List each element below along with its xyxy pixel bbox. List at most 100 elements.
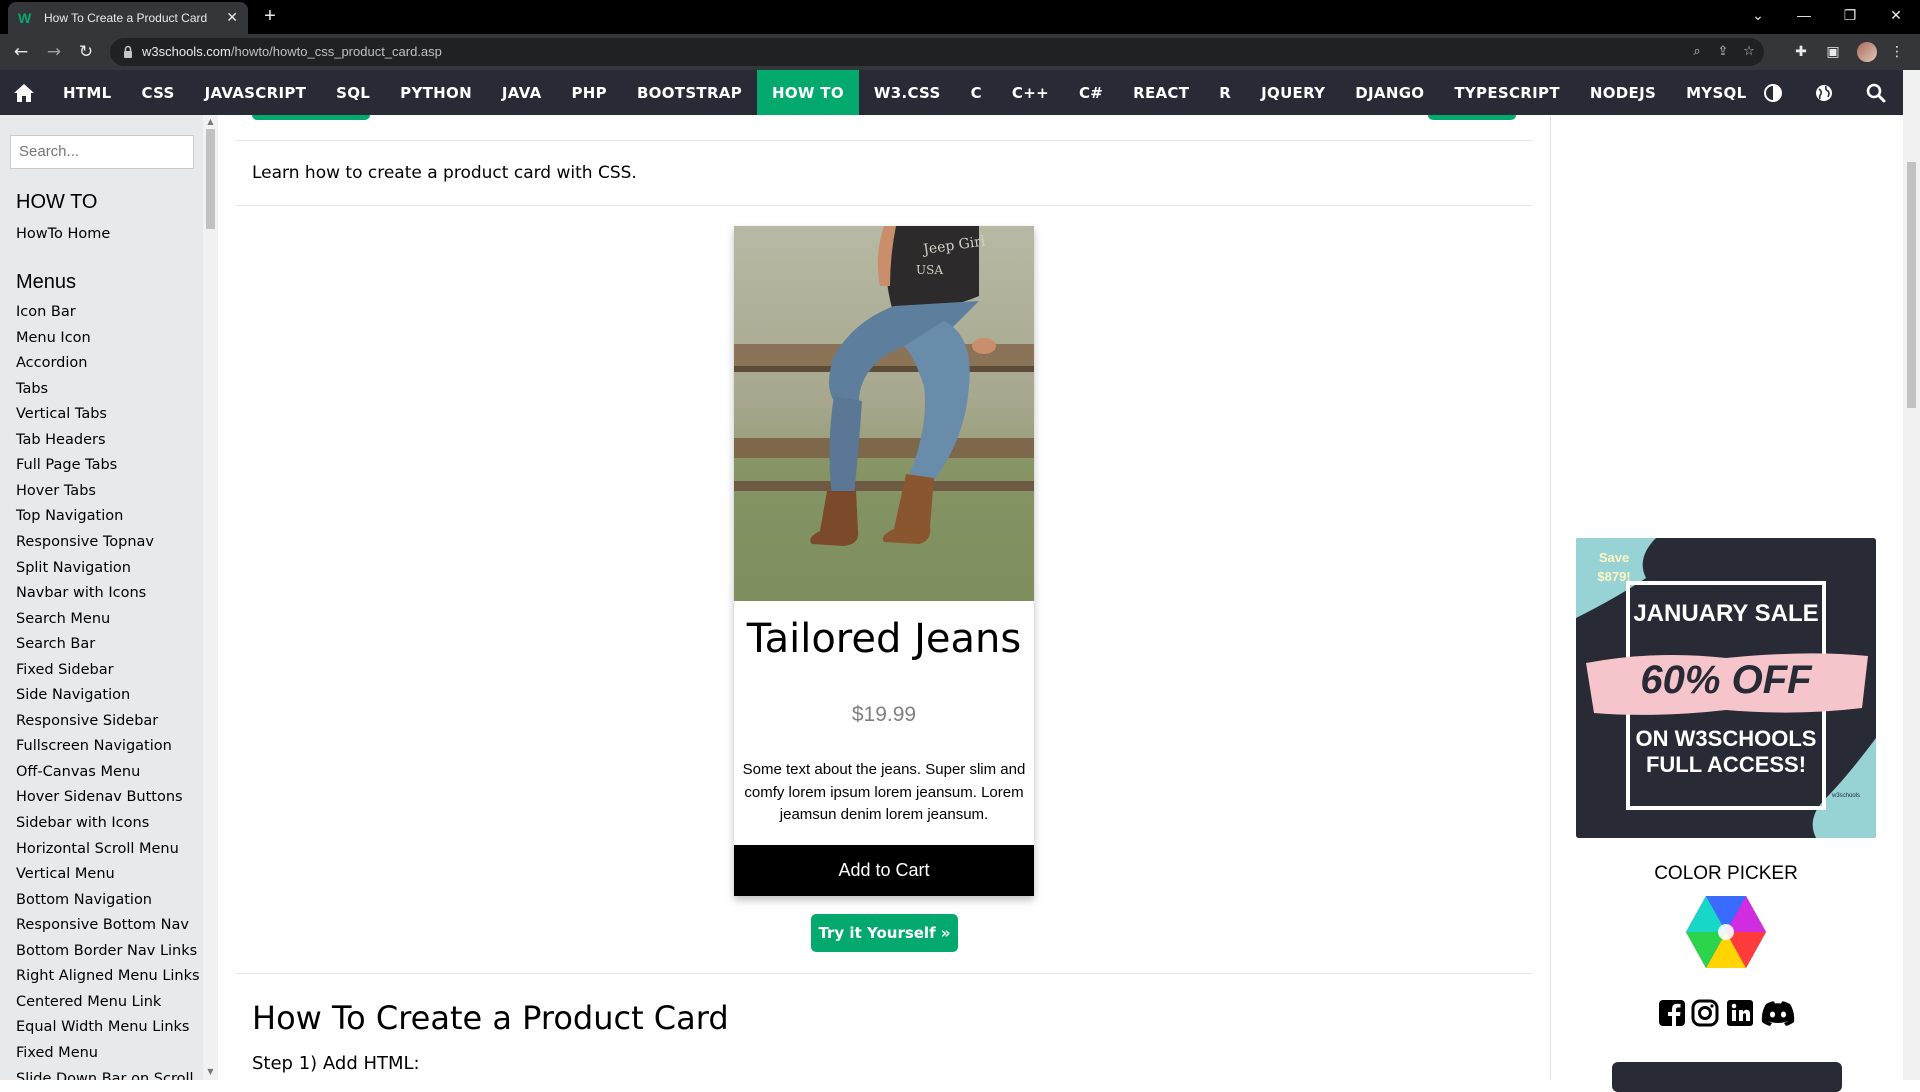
color-picker-icon[interactable] xyxy=(1686,896,1766,968)
back-icon[interactable]: ← xyxy=(9,40,33,64)
divider xyxy=(236,140,1532,141)
nav-item-how-to[interactable]: HOW TO xyxy=(757,70,859,115)
sidebar-item-navbar-with-icons[interactable]: Navbar with Icons xyxy=(16,585,146,601)
sidebar-item-tabs[interactable]: Tabs xyxy=(16,381,48,397)
nav-item-c[interactable]: C++ xyxy=(997,70,1064,115)
extensions-puzzle-icon[interactable]: ✚ xyxy=(1791,42,1811,62)
bookmark-star-icon[interactable]: ☆ xyxy=(1740,43,1758,61)
sidebar-item-howto-home[interactable]: HowTo Home xyxy=(16,226,110,242)
nav-item-django[interactable]: DJANGO xyxy=(1340,70,1439,115)
nav-item-c[interactable]: C xyxy=(956,70,997,115)
sidebar-item-vertical-tabs[interactable]: Vertical Tabs xyxy=(16,406,107,422)
theme-toggle-button[interactable] xyxy=(1748,70,1798,115)
tab-close-icon[interactable]: ✕ xyxy=(226,10,238,26)
nav-item-html[interactable]: HTML xyxy=(48,70,126,115)
sidebar-item-bottom-navigation[interactable]: Bottom Navigation xyxy=(16,892,152,908)
url-path: /howto/howto_css_product_card.asp xyxy=(230,44,442,59)
sidebar-item-horizontal-scroll-menu[interactable]: Horizontal Scroll Menu xyxy=(16,841,179,857)
next-button-edge[interactable] xyxy=(1428,115,1516,120)
browser-menu-icon[interactable]: ⋮ xyxy=(1887,42,1907,62)
tab-search-dropdown-icon[interactable]: ⌄ xyxy=(1735,0,1781,30)
side-panel-icon[interactable]: ▣ xyxy=(1823,42,1843,62)
nav-item-css[interactable]: CSS xyxy=(126,70,189,115)
sidebar-item-menu-icon[interactable]: Menu Icon xyxy=(16,330,91,346)
browser-tab[interactable]: W How To Create a Product Card ✕ xyxy=(8,2,248,34)
sidebar-heading-menus: Menus xyxy=(16,271,77,293)
sidebar-item-bottom-border-nav-links[interactable]: Bottom Border Nav Links xyxy=(16,943,197,959)
get-certified-button[interactable] xyxy=(1612,1062,1842,1092)
nav-item-bootstrap[interactable]: BOOTSTRAP xyxy=(622,70,757,115)
new-tab-button[interactable]: + xyxy=(258,4,282,28)
profile-avatar[interactable] xyxy=(1857,42,1877,62)
sidebar-item-slide-down-bar-on-scroll[interactable]: Slide Down Bar on Scroll xyxy=(16,1071,194,1081)
sidebar-item-hover-sidenav-buttons[interactable]: Hover Sidenav Buttons xyxy=(16,789,183,805)
section-heading: How To Create a Product Card xyxy=(252,999,729,1037)
nav-item-react[interactable]: REACT xyxy=(1118,70,1204,115)
sidebar-item-equal-width-menu-links[interactable]: Equal Width Menu Links xyxy=(16,1019,189,1035)
add-to-cart-button[interactable]: Add to Cart xyxy=(734,845,1034,896)
sidebar-item-split-navigation[interactable]: Split Navigation xyxy=(16,560,131,576)
sidebar-scroll-thumb[interactable] xyxy=(206,129,215,229)
sidebar-item-sidebar-with-icons[interactable]: Sidebar with Icons xyxy=(16,815,149,831)
scroll-up-arrow-icon[interactable]: ▲ xyxy=(206,117,215,126)
column-divider xyxy=(1550,115,1551,1080)
minimize-button[interactable]: — xyxy=(1781,0,1827,30)
sidebar-item-responsive-sidebar[interactable]: Responsive Sidebar xyxy=(16,713,158,729)
product-title: Tailored Jeans xyxy=(746,616,1022,662)
sidebar-item-accordion[interactable]: Accordion xyxy=(16,355,87,371)
sidebar-item-icon-bar[interactable]: Icon Bar xyxy=(16,304,76,320)
sidebar-item-right-aligned-menu-links[interactable]: Right Aligned Menu Links xyxy=(16,968,200,984)
previous-button-edge[interactable] xyxy=(252,115,370,120)
sidebar-item-responsive-bottom-nav[interactable]: Responsive Bottom Nav xyxy=(16,917,189,933)
address-bar[interactable]: w3schools.com/howto/howto_css_product_ca… xyxy=(110,38,1764,66)
sidebar-item-off-canvas-menu[interactable]: Off-Canvas Menu xyxy=(16,764,140,780)
sidebar-item-fixed-sidebar[interactable]: Fixed Sidebar xyxy=(16,662,114,678)
sidebar-item-search-menu[interactable]: Search Menu xyxy=(16,611,110,627)
nav-item-javascript[interactable]: JAVASCRIPT xyxy=(190,70,322,115)
sidebar-item-tab-headers[interactable]: Tab Headers xyxy=(16,432,106,448)
zoom-icon[interactable]: ⌕ xyxy=(1688,43,1706,61)
nav-item-c[interactable]: C# xyxy=(1064,70,1118,115)
nav-item-r[interactable]: R xyxy=(1204,70,1246,115)
sidebar-scrollbar[interactable]: ▲ ▼ xyxy=(203,115,218,1080)
nav-item-w3-css[interactable]: W3.CSS xyxy=(859,70,956,115)
search-button[interactable] xyxy=(1851,70,1901,115)
linkedin-icon[interactable] xyxy=(1725,998,1755,1028)
sidebar-item-centered-menu-link[interactable]: Centered Menu Link xyxy=(16,994,161,1010)
sidebar-item-full-page-tabs[interactable]: Full Page Tabs xyxy=(16,457,117,473)
forward-icon[interactable]: → xyxy=(42,40,66,64)
sidebar-item-search-bar[interactable]: Search Bar xyxy=(16,636,95,652)
sidebar-item-top-navigation[interactable]: Top Navigation xyxy=(16,508,123,524)
instagram-icon[interactable] xyxy=(1690,998,1720,1028)
reload-icon[interactable]: ↻ xyxy=(74,40,98,64)
nav-item-jquery[interactable]: JQUERY xyxy=(1246,70,1340,115)
share-icon[interactable]: ⇪ xyxy=(1714,43,1732,61)
restore-button[interactable]: ❐ xyxy=(1827,0,1873,30)
january-sale-ad[interactable]: Save $879! JANUARY SALE 60% OFF ON W3SCH… xyxy=(1576,538,1876,838)
sidebar-item-vertical-menu[interactable]: Vertical Menu xyxy=(16,866,115,882)
sidebar-item-hover-tabs[interactable]: Hover Tabs xyxy=(16,483,96,499)
page-scrollbar[interactable] xyxy=(1903,70,1920,1080)
page-scroll-thumb[interactable] xyxy=(1907,162,1916,408)
close-window-button[interactable]: ✕ xyxy=(1873,0,1919,30)
scroll-down-arrow-icon[interactable]: ▼ xyxy=(206,1067,215,1076)
facebook-icon[interactable] xyxy=(1657,998,1687,1028)
sidebar-item-side-navigation[interactable]: Side Navigation xyxy=(16,687,130,703)
nav-item-python[interactable]: PYTHON xyxy=(385,70,487,115)
sidebar-item-fullscreen-navigation[interactable]: Fullscreen Navigation xyxy=(16,738,172,754)
sidebar-item-responsive-topnav[interactable]: Responsive Topnav xyxy=(16,534,154,550)
language-button[interactable] xyxy=(1799,70,1849,115)
discord-icon[interactable] xyxy=(1760,998,1796,1028)
nav-item-typescript[interactable]: TYPESCRIPT xyxy=(1439,70,1575,115)
browser-tab-strip: W How To Create a Product Card ✕ + ⌄ — ❐… xyxy=(0,0,1920,34)
w3schools-logo: w3schools xyxy=(1831,793,1860,799)
nav-item-php[interactable]: PHP xyxy=(557,70,622,115)
sidebar-search-input[interactable]: Search... xyxy=(10,135,194,169)
home-button[interactable] xyxy=(0,70,48,115)
nav-item-java[interactable]: JAVA xyxy=(487,70,557,115)
sidebar-item-fixed-menu[interactable]: Fixed Menu xyxy=(16,1045,98,1061)
nav-item-nodejs[interactable]: NODEJS xyxy=(1575,70,1671,115)
try-it-yourself-button[interactable]: Try it Yourself » xyxy=(811,914,958,952)
nav-item-sql[interactable]: SQL xyxy=(321,70,385,115)
site-top-nav: HTML CSS JAVASCRIPT SQL PYTHON JAVA PHP BOOTSTR… xyxy=(0,70,1920,115)
